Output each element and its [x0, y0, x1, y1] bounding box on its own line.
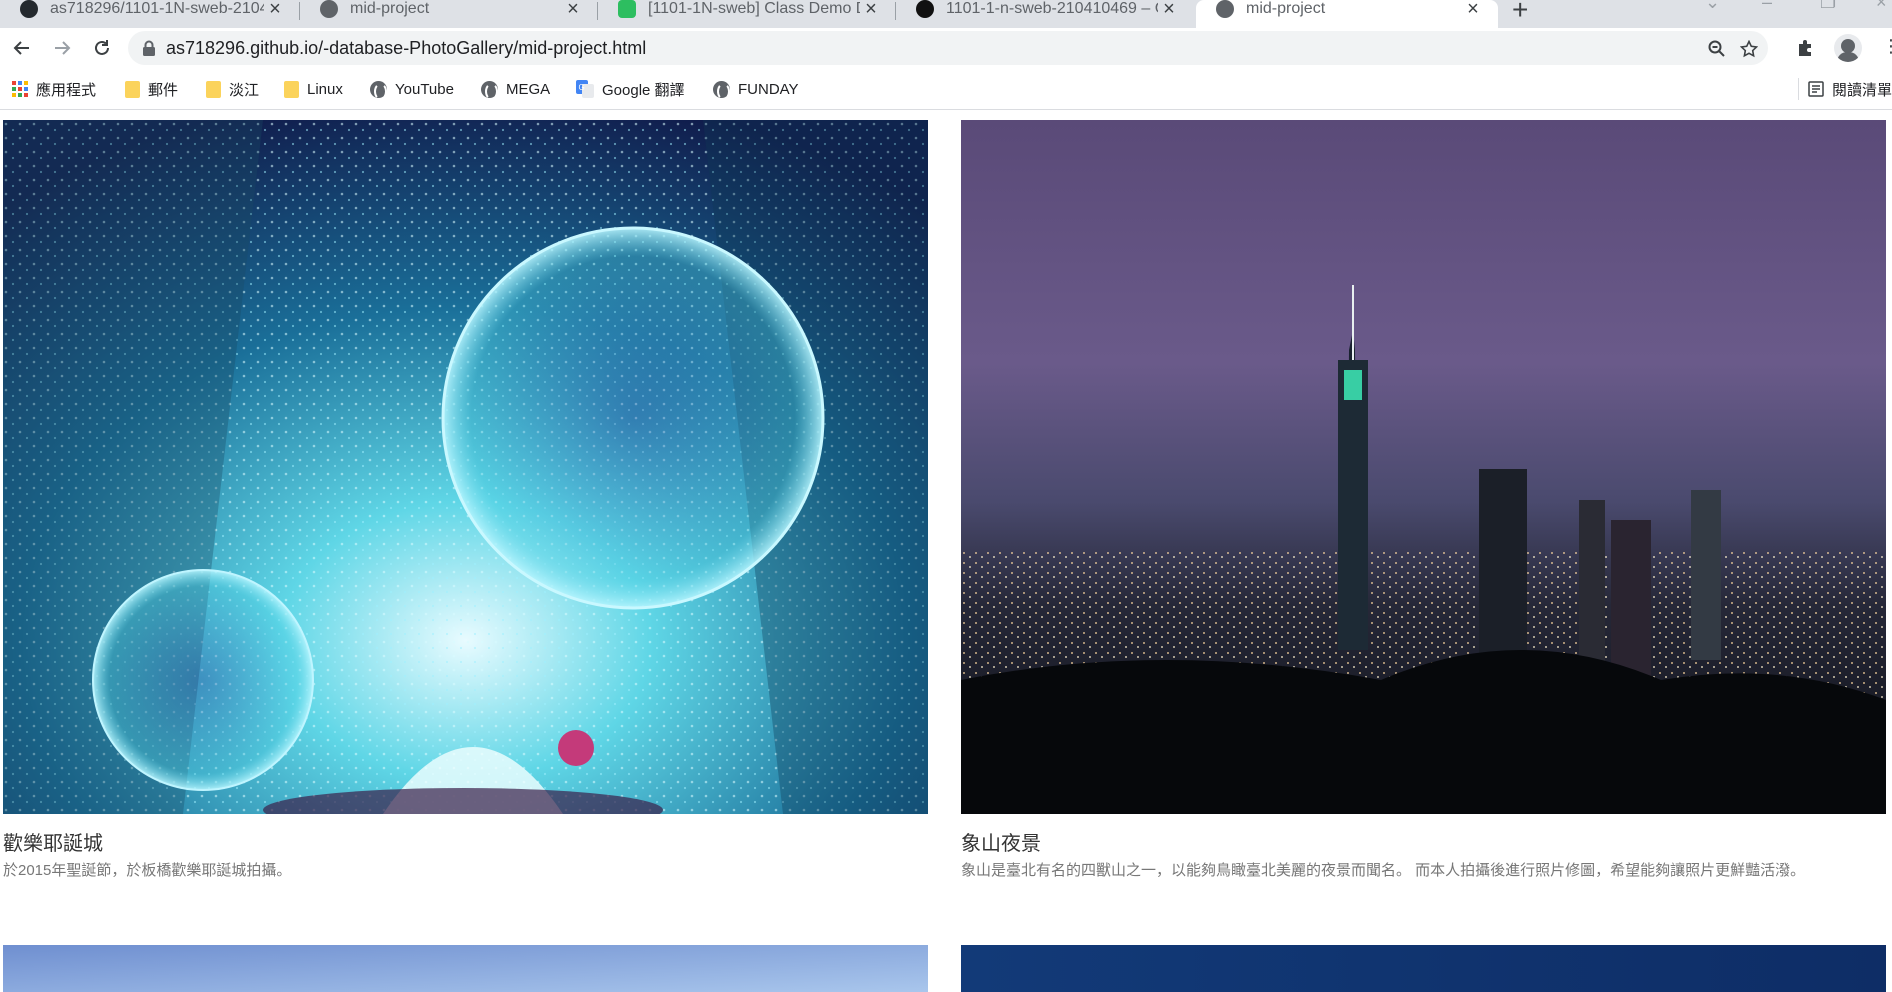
- close-icon[interactable]: ×: [1462, 0, 1484, 21]
- tab-mid-project[interactable]: mid-project ×: [300, 0, 598, 28]
- card-description: 象山是臺北有名的四獸山之一，以能夠鳥瞰臺北美麗的夜景而聞名。 而本人拍攝後進行照…: [961, 862, 1806, 879]
- bookmark-star-icon[interactable]: [1740, 40, 1758, 58]
- bookmark-google-translate[interactable]: G Google 翻譯: [576, 78, 685, 100]
- gallery-card-elephant-mountain[interactable]: 象山夜景 象山是臺北有名的四獸山之一，以能夠鳥瞰臺北美麗的夜景而聞名。 而本人拍…: [961, 120, 1886, 879]
- card-title: 歡樂耶誕城: [3, 833, 103, 855]
- photo-gallery-page: 歡樂耶誕城 於2015年聖誕節，於板橋歡樂耶誕城拍攝。 象山夜景 象山是臺北有名…: [0, 111, 1892, 992]
- bookmark-youtube[interactable]: YouTube: [370, 78, 454, 100]
- svg-text:G: G: [579, 83, 585, 92]
- close-icon[interactable]: ×: [264, 0, 286, 21]
- globe-icon: [320, 0, 338, 18]
- tab-title: mid-project: [350, 0, 430, 17]
- bookmark-label: Linux: [307, 80, 343, 98]
- tab-codepen[interactable]: 1101-1-n-sweb-210410469 – Codepen ×: [896, 0, 1194, 28]
- browser-toolbar: as718296.github.io/-database-PhotoGaller…: [0, 28, 1892, 68]
- bookmark-label: Google 翻譯: [602, 81, 685, 99]
- close-icon[interactable]: ×: [1158, 0, 1180, 21]
- back-button[interactable]: [6, 32, 38, 64]
- bookmark-mega[interactable]: MEGA: [481, 78, 550, 100]
- github-icon: [20, 0, 38, 18]
- folder-icon: [206, 80, 221, 98]
- google-translate-icon: G: [576, 80, 594, 98]
- daytime-sky-photo[interactable]: [3, 945, 928, 992]
- gallery-card-christmas[interactable]: 歡樂耶誕城 於2015年聖誕節，於板橋歡樂耶誕城拍攝。: [3, 120, 928, 879]
- tab-class-demo[interactable]: [1101-1N-sweb] Class Demo Demo ×: [598, 0, 896, 28]
- codepen-icon: [916, 0, 934, 18]
- bookmark-label: 郵件: [148, 81, 179, 99]
- bookmark-funday[interactable]: FUNDAY: [713, 78, 799, 100]
- forward-button[interactable]: [46, 32, 78, 64]
- bookmark-label: 應用程式: [36, 81, 97, 99]
- bookmark-folder-tamkang[interactable]: 淡江: [206, 78, 259, 100]
- globe-icon: [481, 80, 498, 100]
- tab-title: 1101-1-n-sweb-210410469 – Codepen: [946, 0, 1158, 17]
- globe-icon: [713, 80, 730, 100]
- tab-title: [1101-1N-sweb] Class Demo Demo: [648, 0, 860, 17]
- tab-title: as718296/1101-1N-sweb-210410469: [50, 0, 264, 17]
- bookmark-apps[interactable]: 應用程式: [12, 78, 96, 100]
- reading-list-icon: [1808, 81, 1824, 97]
- bookmark-label: 淡江: [229, 81, 260, 99]
- forward-arrow-icon: [55, 41, 71, 55]
- reading-list-label: 閱讀清單: [1832, 81, 1892, 99]
- menu-kebab-icon[interactable]: ⋮: [1882, 36, 1892, 57]
- url-text: as718296.github.io/-database-PhotoGaller…: [166, 37, 647, 58]
- gallery-card-4[interactable]: [961, 945, 1886, 992]
- address-bar[interactable]: as718296.github.io/-database-PhotoGaller…: [128, 31, 1768, 65]
- bookmark-label: MEGA: [506, 80, 551, 98]
- bookmark-folder-mail[interactable]: 郵件: [125, 78, 178, 100]
- tab-search-icon[interactable]: ⌄: [1705, 0, 1720, 13]
- globe-icon: [370, 80, 387, 100]
- new-tab-button[interactable]: +: [1512, 0, 1528, 26]
- card-title: 象山夜景: [961, 833, 1041, 855]
- extensions-puzzle-icon[interactable]: [1796, 39, 1814, 57]
- bookmark-label: YouTube: [395, 80, 454, 98]
- tab-mid-project-active[interactable]: mid-project ×: [1196, 0, 1498, 28]
- lock-icon[interactable]: [142, 40, 156, 56]
- back-arrow-icon: [13, 41, 29, 55]
- tab-github-repo[interactable]: as718296/1101-1N-sweb-210410469 ×: [0, 0, 300, 28]
- bookmark-label: FUNDAY: [738, 80, 799, 98]
- evernote-icon: [618, 0, 636, 18]
- profile-avatar-icon[interactable]: [1834, 34, 1862, 62]
- apps-grid-icon: [12, 81, 28, 97]
- tab-strip: as718296/1101-1N-sweb-210410469 × mid-pr…: [0, 0, 1892, 28]
- zoom-icon[interactable]: [1708, 40, 1726, 58]
- christmas-light-tunnel-photo[interactable]: [3, 120, 928, 814]
- bookmark-folder-linux[interactable]: Linux: [284, 78, 343, 100]
- folder-icon: [125, 80, 140, 98]
- taipei-night-skyline-photo[interactable]: [961, 120, 1886, 814]
- night-blue-sky-photo[interactable]: [961, 945, 1886, 992]
- window-close-icon[interactable]: ×: [1876, 0, 1887, 13]
- gallery-card-3[interactable]: [3, 945, 928, 992]
- close-icon[interactable]: ×: [860, 0, 882, 21]
- reload-icon: [95, 40, 109, 55]
- reading-list-button[interactable]: 閱讀清單: [1808, 78, 1892, 100]
- globe-icon: [1216, 0, 1234, 18]
- restore-icon[interactable]: ❐: [1820, 0, 1836, 13]
- reload-button[interactable]: [86, 32, 118, 64]
- bookmarks-divider: [1798, 78, 1799, 100]
- tab-title: mid-project: [1246, 0, 1326, 17]
- card-description: 於2015年聖誕節，於板橋歡樂耶誕城拍攝。: [3, 862, 292, 879]
- minimize-icon[interactable]: –: [1762, 0, 1772, 13]
- folder-icon: [284, 80, 299, 98]
- close-icon[interactable]: ×: [562, 0, 584, 21]
- bookmarks-bar: 應用程式 郵件 淡江 Linux YouTube MEGA G Google 翻…: [0, 68, 1892, 110]
